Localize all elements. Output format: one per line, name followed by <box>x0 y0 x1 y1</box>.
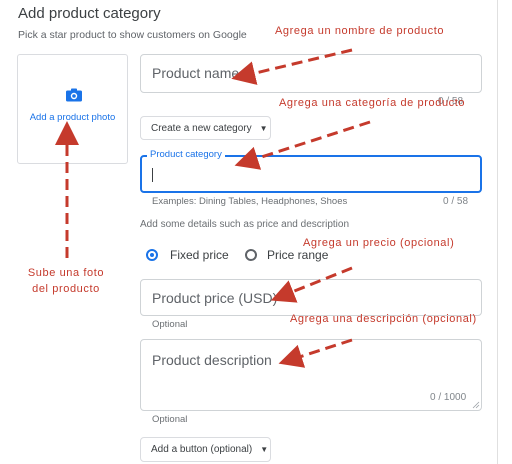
add-photo-button[interactable]: Add a product photo <box>17 54 128 164</box>
radio-unselected-icon <box>245 249 257 261</box>
add-button-label: Add a button (optional) <box>151 444 253 455</box>
price-range-label: Price range <box>267 248 329 262</box>
create-category-label: Create a new category <box>151 122 252 134</box>
product-description-counter: 0 / 1000 <box>430 392 467 403</box>
create-category-button[interactable]: Create a new category ▼ <box>140 116 271 140</box>
annotation-name: Agrega un nombre de producto <box>275 25 445 37</box>
product-description-field[interactable]: Product description 0 / 1000 <box>140 339 482 411</box>
page-title: Add product category <box>18 5 161 22</box>
annotation-description: Agrega una descripción (opcional) <box>290 313 477 325</box>
product-category-counter: 0 / 58 <box>443 196 469 207</box>
text-cursor <box>152 168 153 182</box>
dropdown-caret-icon: ▼ <box>260 445 269 454</box>
add-button-dropdown[interactable]: Add a button (optional) ▼ <box>140 437 271 462</box>
product-category-field[interactable] <box>140 155 482 193</box>
annotation-photo: Sube una foto del producto <box>8 265 124 297</box>
product-name-field[interactable]: Product name <box>140 54 482 93</box>
add-photo-label: Add a product photo <box>29 112 116 123</box>
dropdown-caret-icon: ▼ <box>259 123 268 133</box>
annotation-photo-line1: Sube una foto <box>27 267 105 279</box>
fixed-price-label: Fixed price <box>170 248 229 262</box>
product-category-label: Product category <box>147 149 225 160</box>
product-price-helper: Optional <box>152 319 188 330</box>
annotation-photo-line2: del producto <box>32 283 100 295</box>
product-description-helper: Optional <box>152 414 188 425</box>
product-price-field[interactable]: Product price (USD) <box>140 279 482 316</box>
product-description-placeholder: Product description <box>152 352 272 368</box>
resize-handle-icon[interactable] <box>472 401 480 409</box>
right-divider <box>497 0 498 464</box>
product-name-placeholder: Product name <box>152 65 240 81</box>
camera-icon <box>66 88 82 102</box>
radio-selected-icon <box>146 249 158 261</box>
details-note: Add some details such as price and descr… <box>140 219 350 230</box>
annotation-category: Agrega una categoría de producto <box>279 97 466 109</box>
annotation-price: Agrega un precio (opcional) <box>303 237 455 249</box>
product-category-hint: Examples: Dining Tables, Headphones, Sho… <box>152 196 348 207</box>
page-subtitle: Pick a star product to show customers on… <box>18 29 247 41</box>
product-price-placeholder: Product price (USD) <box>152 290 278 306</box>
